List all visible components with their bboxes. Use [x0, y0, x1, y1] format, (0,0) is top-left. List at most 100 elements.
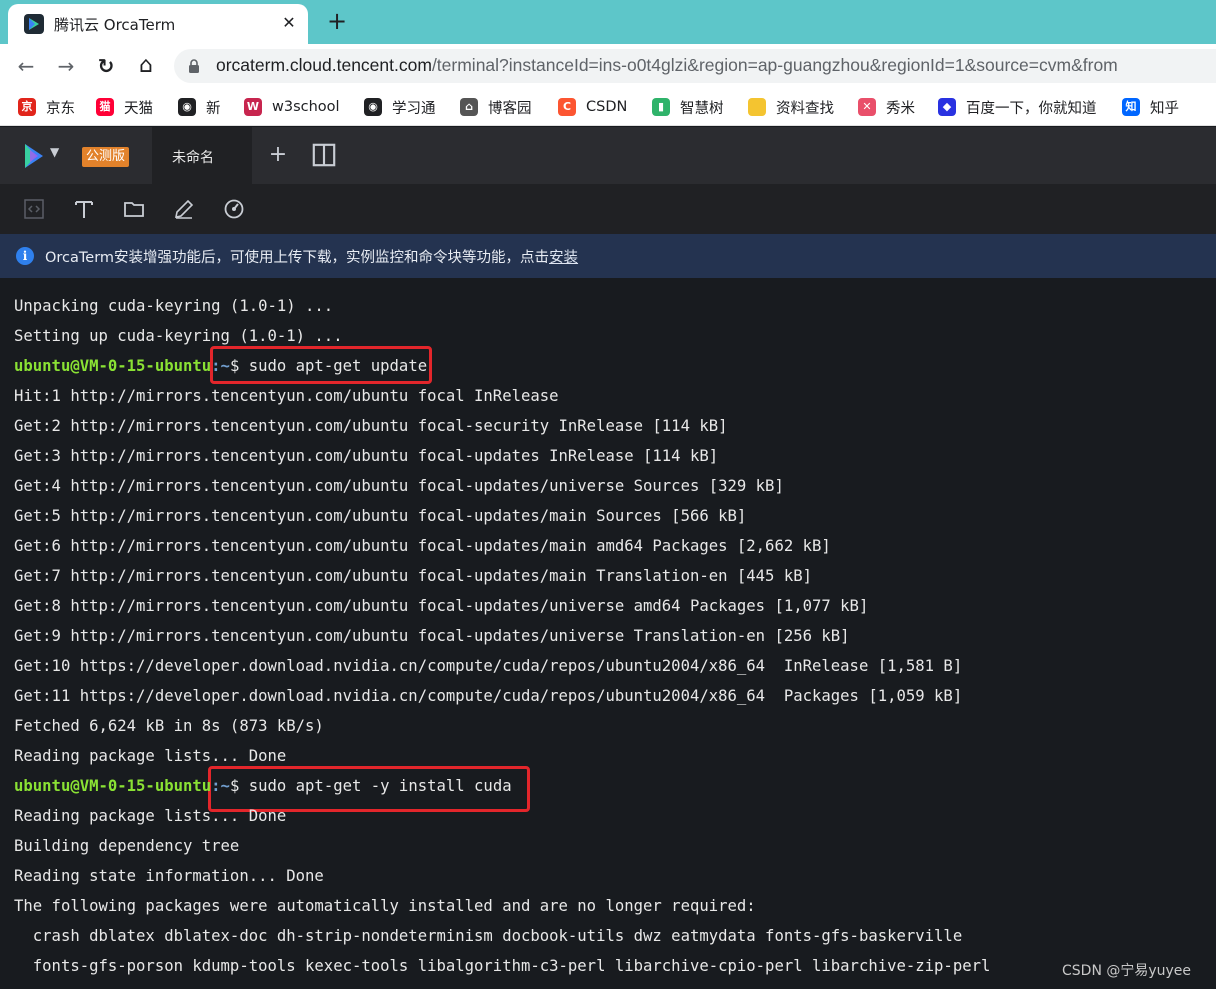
terminal-line: Get:4 http://mirrors.tencentyun.com/ubun… — [14, 477, 784, 495]
bookmark-label: 知乎 — [1150, 100, 1179, 117]
bookmark-label: 智慧树 — [680, 100, 724, 117]
terminal-line: Reading package lists... Done — [14, 747, 287, 765]
jd-icon: 京 — [18, 98, 36, 116]
terminal-line: Get:7 http://mirrors.tencentyun.com/ubun… — [14, 567, 812, 585]
session-tab[interactable]: 未命名 — [152, 127, 252, 184]
new-tab-icon[interactable]: + — [324, 8, 350, 34]
address-bar[interactable]: orcaterm.cloud.tencent.com/terminal?inst… — [174, 49, 1216, 83]
lock-icon — [189, 59, 199, 73]
terminal-line: Get:8 http://mirrors.tencentyun.com/ubun… — [14, 597, 869, 615]
xiumi-icon: ✕ — [858, 98, 876, 116]
zhihuishu-icon: ▮ — [652, 98, 670, 116]
bookmark-label: 资料查找 — [776, 100, 834, 117]
terminal-line: Reading state information... Done — [14, 867, 324, 885]
terminal-output[interactable]: Unpacking cuda-keyring (1.0-1) ... Settin… — [0, 278, 1216, 989]
bookmark-label: 京东 — [46, 100, 75, 117]
cnblogs-icon: ⌂ — [460, 98, 478, 116]
close-icon[interactable]: ✕ — [278, 12, 300, 34]
add-session-icon[interactable]: + — [266, 143, 290, 167]
forward-icon[interactable]: → — [52, 52, 80, 80]
bookmark-item[interactable]: ✕ 秀米 — [858, 96, 915, 118]
url-host: orcaterm.cloud.tencent.com — [216, 55, 432, 75]
terminal-line: Fetched 6,624 kB in 8s (873 kB/s) — [14, 717, 324, 735]
orcaterm-toolbar — [0, 184, 1216, 234]
beta-badge: 公测版 — [82, 147, 130, 167]
bookmark-item[interactable]: ◆ 百度一下，你就知道 — [938, 96, 1097, 118]
tab-title: 腾讯云 OrcaTerm — [54, 16, 176, 34]
zhihu-icon: 知 — [1122, 98, 1140, 116]
folder-icon[interactable] — [122, 197, 146, 221]
text-format-icon[interactable] — [72, 197, 96, 221]
bookmark-item[interactable]: 京京东 — [18, 96, 75, 118]
install-link[interactable]: 安装 — [549, 250, 578, 266]
url-path: /terminal?instanceId=ins-o0t4glzi&region… — [431, 55, 1118, 75]
globe-icon: ◉ — [178, 98, 196, 116]
prompt-sign: $ — [229, 357, 249, 375]
terminal-line: Get:9 http://mirrors.tencentyun.com/ubun… — [14, 627, 850, 645]
terminal-line: Get:6 http://mirrors.tencentyun.com/ubun… — [14, 537, 831, 555]
terminal-command: sudo apt-get -y install cuda — [248, 777, 512, 795]
bookmark-item[interactable]: ◉ 新 — [178, 96, 221, 118]
folder-icon — [748, 98, 766, 116]
w3school-icon: W — [244, 98, 262, 116]
bookmark-label: 学习通 — [392, 100, 436, 117]
browser-tab-strip: 腾讯云 OrcaTerm ✕ + — [0, 0, 1216, 44]
terminal-line: Get:11 https://developer.download.nvidia… — [14, 687, 963, 705]
browser-toolbar: ← → ↻ ⌂ orcaterm.cloud.tencent.com/termi… — [0, 44, 1216, 88]
banner-text: OrcaTerm安装增强功能后，可使用上传下载，实例监控和命令块等功能，点击安装 — [45, 246, 578, 267]
baidu-icon: ◆ — [938, 98, 956, 116]
terminal-line: The following packages were automaticall… — [14, 897, 756, 915]
terminal-command-line: ubuntu@VM-0-15-ubuntu:~$ sudo apt-get up… — [14, 351, 427, 381]
terminal-command-line: ubuntu@VM-0-15-ubuntu:~$ sudo apt-get -y… — [14, 771, 512, 801]
bookmark-item[interactable]: Ww3school — [244, 96, 340, 118]
reload-icon[interactable]: ↻ — [92, 52, 120, 80]
watermark: CSDN @宁易yuyee — [1062, 963, 1192, 979]
bookmark-label: 博客园 — [488, 100, 532, 117]
prompt-path: :~ — [211, 357, 230, 375]
info-icon: i — [16, 247, 34, 265]
bookmark-label: w3school — [272, 99, 340, 115]
terminal-line: crash dblatex dblatex-doc dh-strip-nonde… — [14, 927, 963, 945]
csdn-icon: C — [558, 98, 576, 116]
bookmark-item[interactable]: C CSDN — [558, 96, 627, 118]
orcaterm-favicon-icon — [24, 14, 44, 34]
bookmark-item[interactable]: 知知乎 — [1122, 96, 1179, 118]
bookmark-item[interactable]: 猫天猫 — [96, 96, 153, 118]
terminal-line: Unpacking cuda-keyring (1.0-1) ... — [14, 297, 334, 315]
prompt-user: ubuntu@VM-0-15-ubuntu — [14, 357, 212, 375]
terminal-line: Get:5 http://mirrors.tencentyun.com/ubun… — [14, 507, 747, 525]
browser-tab[interactable]: 腾讯云 OrcaTerm ✕ — [8, 4, 308, 44]
bookmark-item[interactable]: ⌂ 博客园 — [460, 96, 532, 118]
prompt-sign: $ — [229, 777, 249, 795]
session-tab-label: 未命名 — [172, 150, 214, 166]
home-icon[interactable]: ⌂ — [132, 52, 160, 80]
bookmark-label: CSDN — [586, 99, 628, 115]
prompt-user: ubuntu@VM-0-15-ubuntu — [14, 777, 212, 795]
bookmark-label: 新 — [206, 100, 221, 117]
split-view-icon[interactable] — [312, 143, 336, 167]
url-text: orcaterm.cloud.tencent.com/terminal?inst… — [216, 55, 1118, 76]
terminal-line: Setting up cuda-keyring (1.0-1) ... — [14, 327, 343, 345]
edit-icon[interactable] — [172, 197, 196, 221]
bookmark-item[interactable]: 资料查找 — [748, 96, 834, 118]
terminal-line: Get:3 http://mirrors.tencentyun.com/ubun… — [14, 447, 719, 465]
terminal-line: Hit:1 http://mirrors.tencentyun.com/ubun… — [14, 387, 559, 405]
dashboard-icon[interactable] — [222, 197, 246, 221]
orcaterm-header: ▼ 公测版 未命名 + — [0, 127, 1216, 184]
terminal-line: Reading package lists... Done — [14, 807, 287, 825]
bookmark-item[interactable]: ◉ 学习通 — [364, 96, 436, 118]
back-icon[interactable]: ← — [12, 52, 40, 80]
banner-message: OrcaTerm安装增强功能后，可使用上传下载，实例监控和命令块等功能，点击 — [45, 250, 550, 266]
prompt-path: :~ — [211, 777, 230, 795]
bookmark-item[interactable]: ▮ 智慧树 — [652, 96, 724, 118]
terminal-line: Get:10 https://developer.download.nvidia… — [14, 657, 963, 675]
code-icon[interactable] — [22, 197, 46, 221]
orcaterm-logo-icon[interactable] — [22, 142, 46, 170]
chevron-down-icon[interactable]: ▼ — [50, 145, 59, 159]
terminal-line: Building dependency tree — [14, 837, 240, 855]
terminal-line: Get:2 http://mirrors.tencentyun.com/ubun… — [14, 417, 728, 435]
terminal-command: sudo apt-get update — [248, 357, 428, 375]
bookmark-label: 秀米 — [886, 100, 915, 117]
info-banner: i OrcaTerm安装增强功能后，可使用上传下载，实例监控和命令块等功能，点击… — [0, 234, 1216, 278]
bookmark-label: 天猫 — [124, 100, 153, 117]
